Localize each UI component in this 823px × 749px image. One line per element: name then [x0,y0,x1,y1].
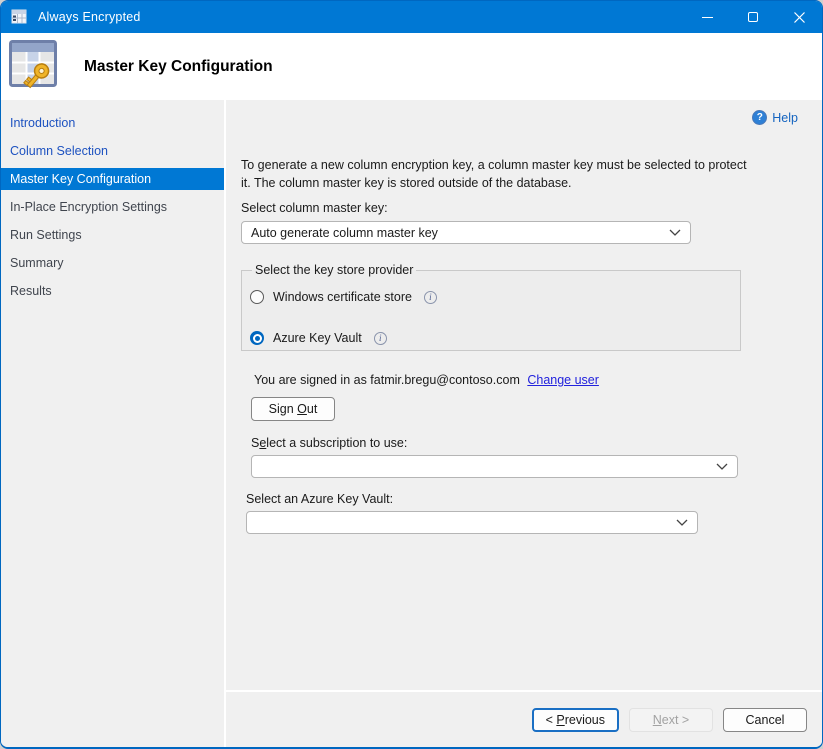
master-key-label: Select column master key: [241,201,802,215]
chevron-down-icon [669,229,681,236]
chevron-down-icon [676,519,688,526]
subscription-dropdown[interactable] [251,455,738,478]
windows-certificate-store-radio[interactable] [250,290,264,304]
sidebar-item-introduction[interactable]: Introduction [1,109,224,137]
help-label: Help [772,111,798,125]
sidebar-item-in-place-encryption[interactable]: In-Place Encryption Settings [1,193,224,221]
azure-key-vault-select-label: Select an Azure Key Vault: [246,492,802,506]
help-icon: ? [752,110,767,125]
sign-out-button[interactable]: Sign Out [251,397,335,421]
window-title: Always Encrypted [38,10,141,24]
close-icon [794,12,805,23]
subscription-label: Select a subscription to use: [251,436,802,450]
sidebar-item-column-selection[interactable]: Column Selection [1,137,224,165]
always-encrypted-dialog: Always Encrypted [0,0,823,749]
sidebar-item-results[interactable]: Results [1,277,224,305]
info-icon[interactable]: i [424,291,437,304]
maximize-icon [748,12,758,22]
page-title: Master Key Configuration [84,58,273,76]
titlebar: Always Encrypted [1,1,822,33]
close-button[interactable] [776,1,822,33]
signed-in-text: You are signed in as fatmir.bregu@contos… [254,373,520,387]
change-user-link[interactable]: Change user [527,373,599,387]
previous-button[interactable]: < Previous [532,708,619,732]
minimize-button[interactable] [684,1,730,33]
wizard-header: Master Key Configuration [1,33,822,100]
footer: < Previous Next > Cancel [226,692,822,747]
minimize-icon [702,17,713,18]
azure-key-vault-dropdown[interactable] [246,511,698,534]
cancel-button[interactable]: Cancel [723,708,807,732]
info-icon[interactable]: i [374,332,387,345]
azure-key-vault-radio[interactable] [250,331,264,345]
windows-certificate-store-label[interactable]: Windows certificate store [273,290,412,304]
azure-key-vault-option: Azure Key Vault i [250,331,730,345]
table-key-icon [9,40,57,93]
next-button[interactable]: Next > [629,708,713,732]
wizard-steps-sidebar: Introduction Column Selection Master Key… [1,100,224,747]
key-store-provider-group: Select the key store provider Windows ce… [241,263,741,351]
key-store-provider-group-title: Select the key store provider [252,263,416,277]
sidebar-item-run-settings[interactable]: Run Settings [1,221,224,249]
master-key-dropdown-value: Auto generate column master key [251,226,438,240]
windows-certificate-store-option: Windows certificate store i [250,290,730,304]
app-table-key-icon [11,9,29,25]
window-controls [684,1,822,33]
sidebar-item-summary[interactable]: Summary [1,249,224,277]
master-key-dropdown[interactable]: Auto generate column master key [241,221,691,244]
chevron-down-icon [716,463,728,470]
main-content: ? Help To generate a new column encrypti… [226,100,822,690]
maximize-button[interactable] [730,1,776,33]
help-link[interactable]: ? Help [752,110,798,125]
azure-key-vault-label[interactable]: Azure Key Vault [273,331,362,345]
signed-in-row: You are signed in as fatmir.bregu@contos… [254,373,802,387]
description-text: To generate a new column encryption key,… [241,156,802,192]
sidebar-item-master-key-configuration[interactable]: Master Key Configuration [1,168,224,190]
